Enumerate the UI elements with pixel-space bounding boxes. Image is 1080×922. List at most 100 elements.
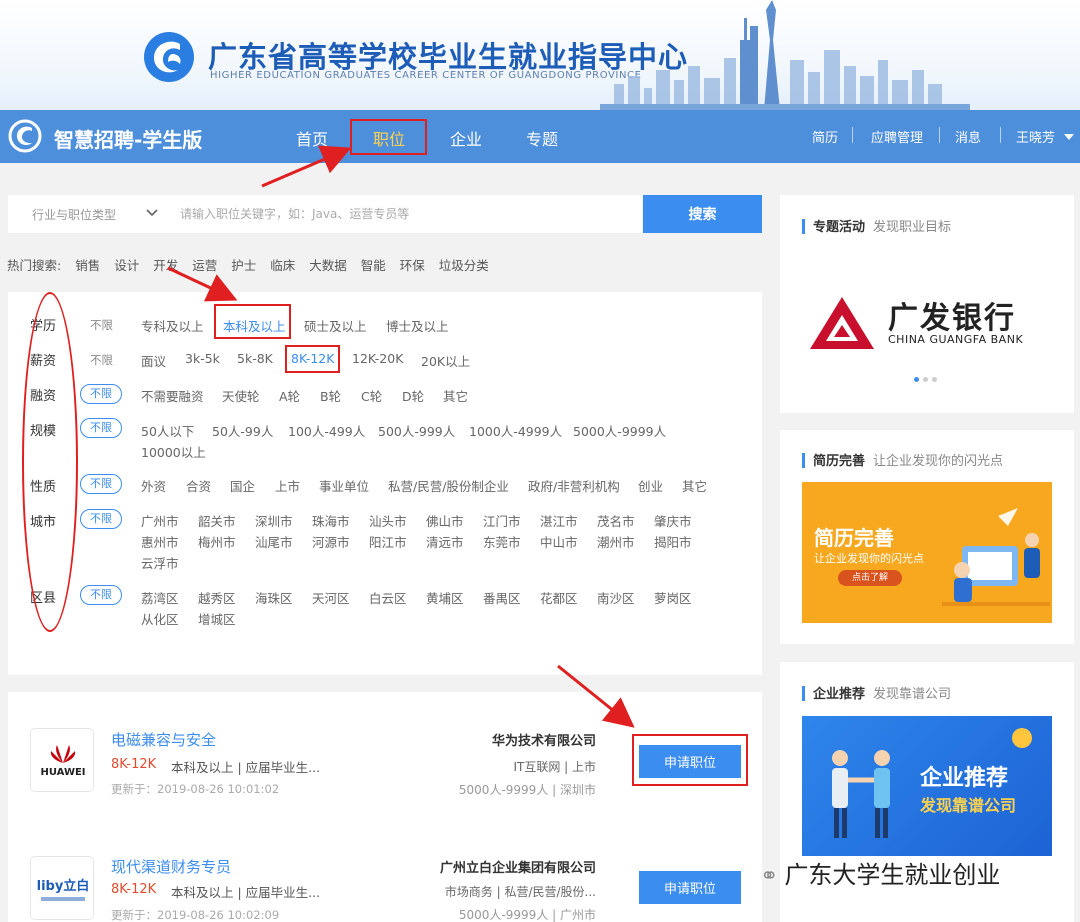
- filter-option[interactable]: C轮: [361, 386, 382, 405]
- hot-search-item[interactable]: 智能: [361, 258, 386, 273]
- filter-option[interactable]: D轮: [402, 386, 424, 405]
- filter-option[interactable]: 政府/非营利机构: [528, 476, 620, 495]
- filter-option[interactable]: 茂名市: [597, 511, 635, 530]
- filter-option[interactable]: 梅州市: [198, 532, 236, 551]
- filter-option[interactable]: 韶关市: [198, 511, 236, 530]
- filter-option[interactable]: 合资: [186, 476, 211, 495]
- filter-option[interactable]: 阳江市: [369, 532, 407, 551]
- bank-banner[interactable]: 广发银行 CHINA GUANGFA BANK: [810, 293, 1060, 353]
- filter-option[interactable]: 其它: [682, 476, 707, 495]
- filter-option[interactable]: 越秀区: [198, 588, 236, 607]
- hot-search-item[interactable]: 销售: [75, 258, 100, 273]
- filter-option[interactable]: 创业: [638, 476, 663, 495]
- filter-option[interactable]: 其它: [443, 386, 468, 405]
- resume-learn-more-button[interactable]: 点击了解: [838, 570, 902, 586]
- filter-option[interactable]: 潮州市: [597, 532, 635, 551]
- company-name[interactable]: 广州立白企业集团有限公司: [440, 857, 596, 876]
- filter-option[interactable]: 50人-99人: [212, 421, 273, 440]
- filter-option[interactable]: 揭阳市: [654, 532, 692, 551]
- filter-option[interactable]: 萝岗区: [654, 588, 692, 607]
- filter-option[interactable]: 12K-20K: [352, 351, 403, 366]
- filter-option[interactable]: 增城区: [198, 609, 236, 628]
- job-title[interactable]: 现代渠道财务专员: [111, 856, 231, 877]
- filter-any-nature[interactable]: 不限: [80, 474, 122, 494]
- filter-option[interactable]: 南沙区: [597, 588, 635, 607]
- filter-option[interactable]: 私营/民营/股份制企业: [388, 476, 509, 495]
- hot-search-item[interactable]: 临床: [270, 258, 295, 273]
- nav-applications-link[interactable]: 应聘管理: [871, 127, 923, 146]
- company-logo[interactable]: liby立白: [30, 856, 94, 920]
- job-type-select[interactable]: 行业与职位类型: [32, 206, 116, 223]
- filter-option[interactable]: 佛山市: [426, 511, 464, 530]
- filter-option[interactable]: 500人-999人: [378, 421, 455, 440]
- filter-option[interactable]: 从化区: [141, 609, 179, 628]
- filter-option[interactable]: 天使轮: [222, 386, 260, 405]
- filter-option[interactable]: 事业单位: [319, 476, 369, 495]
- company-banner[interactable]: 企业推荐 发现靠谱公司: [802, 716, 1052, 856]
- tab-home[interactable]: 首页: [296, 126, 328, 150]
- filter-option[interactable]: 东莞市: [483, 532, 521, 551]
- filter-option[interactable]: 50人以下: [141, 421, 194, 440]
- filter-option[interactable]: 3k-5k: [185, 351, 220, 366]
- filter-any-district[interactable]: 不限: [80, 585, 122, 605]
- filter-option[interactable]: 江门市: [483, 511, 521, 530]
- filter-option[interactable]: 硕士及以上: [304, 316, 367, 335]
- tab-topics[interactable]: 专题: [526, 126, 558, 150]
- filter-any-scale[interactable]: 不限: [80, 418, 122, 438]
- carousel-dots[interactable]: [914, 377, 940, 383]
- filter-option[interactable]: 上市: [275, 476, 300, 495]
- search-button[interactable]: 搜索: [643, 195, 762, 233]
- hot-search-item[interactable]: 垃圾分类: [439, 258, 489, 273]
- filter-option[interactable]: 珠海市: [312, 511, 350, 530]
- chevron-down-icon[interactable]: [145, 205, 159, 219]
- resume-banner[interactable]: 简历完善 让企业发现你的闪光点 点击了解: [802, 482, 1052, 623]
- filter-option[interactable]: 黄埔区: [426, 588, 464, 607]
- filter-option[interactable]: 花都区: [540, 588, 578, 607]
- filter-option[interactable]: 100人-499人: [288, 421, 365, 440]
- filter-option[interactable]: 汕尾市: [255, 532, 293, 551]
- filter-option[interactable]: 面议: [141, 351, 166, 370]
- chevron-down-icon[interactable]: [1064, 134, 1074, 140]
- apply-job-button[interactable]: 申请职位: [639, 871, 741, 904]
- company-name[interactable]: 华为技术有限公司: [492, 730, 596, 749]
- filter-option[interactable]: 肇庆市: [654, 511, 692, 530]
- filter-option[interactable]: 深圳市: [255, 511, 293, 530]
- hot-search-item[interactable]: 护士: [231, 258, 256, 273]
- filter-option[interactable]: 5000人-9999人: [573, 421, 666, 440]
- hot-search-item[interactable]: 环保: [400, 258, 425, 273]
- filter-any-education[interactable]: 不限: [90, 317, 113, 333]
- nav-resume-link[interactable]: 简历: [812, 127, 838, 146]
- filter-any-city[interactable]: 不限: [80, 509, 122, 529]
- filter-option[interactable]: 广州市: [141, 511, 179, 530]
- hot-search-item[interactable]: 大数据: [309, 258, 347, 273]
- filter-option[interactable]: 博士及以上: [386, 316, 449, 335]
- tab-companies[interactable]: 企业: [450, 126, 482, 150]
- filter-option[interactable]: 番禺区: [483, 588, 521, 607]
- filter-option[interactable]: 5k-8K: [237, 351, 273, 366]
- filter-option[interactable]: 清远市: [426, 532, 464, 551]
- filter-option[interactable]: 惠州市: [141, 532, 179, 551]
- filter-option[interactable]: 白云区: [369, 588, 407, 607]
- filter-option[interactable]: 河源市: [312, 532, 350, 551]
- job-title[interactable]: 电磁兼容与安全: [111, 729, 216, 750]
- nav-user-menu[interactable]: 王晓芳: [1016, 127, 1055, 146]
- filter-option[interactable]: 20K以上: [421, 351, 470, 370]
- filter-option[interactable]: 汕头市: [369, 511, 407, 530]
- search-input[interactable]: [180, 199, 630, 229]
- filter-option[interactable]: 湛江市: [540, 511, 578, 530]
- filter-option[interactable]: 专科及以上: [141, 316, 204, 335]
- hot-search-item[interactable]: 开发: [153, 258, 178, 273]
- hot-search-item[interactable]: 运营: [192, 258, 217, 273]
- filter-any-funding[interactable]: 不限: [80, 384, 122, 404]
- filter-option[interactable]: 云浮市: [141, 553, 179, 572]
- filter-option[interactable]: B轮: [320, 386, 341, 405]
- filter-option[interactable]: 不需要融资: [141, 386, 204, 405]
- filter-option[interactable]: 荔湾区: [141, 588, 179, 607]
- filter-option[interactable]: A轮: [279, 386, 300, 405]
- filter-any-salary[interactable]: 不限: [90, 352, 113, 368]
- nav-messages-link[interactable]: 消息: [955, 127, 981, 146]
- filter-option[interactable]: 中山市: [540, 532, 578, 551]
- filter-option[interactable]: 海珠区: [255, 588, 293, 607]
- filter-option[interactable]: 10000以上: [141, 442, 206, 461]
- hot-search-item[interactable]: 设计: [114, 258, 139, 273]
